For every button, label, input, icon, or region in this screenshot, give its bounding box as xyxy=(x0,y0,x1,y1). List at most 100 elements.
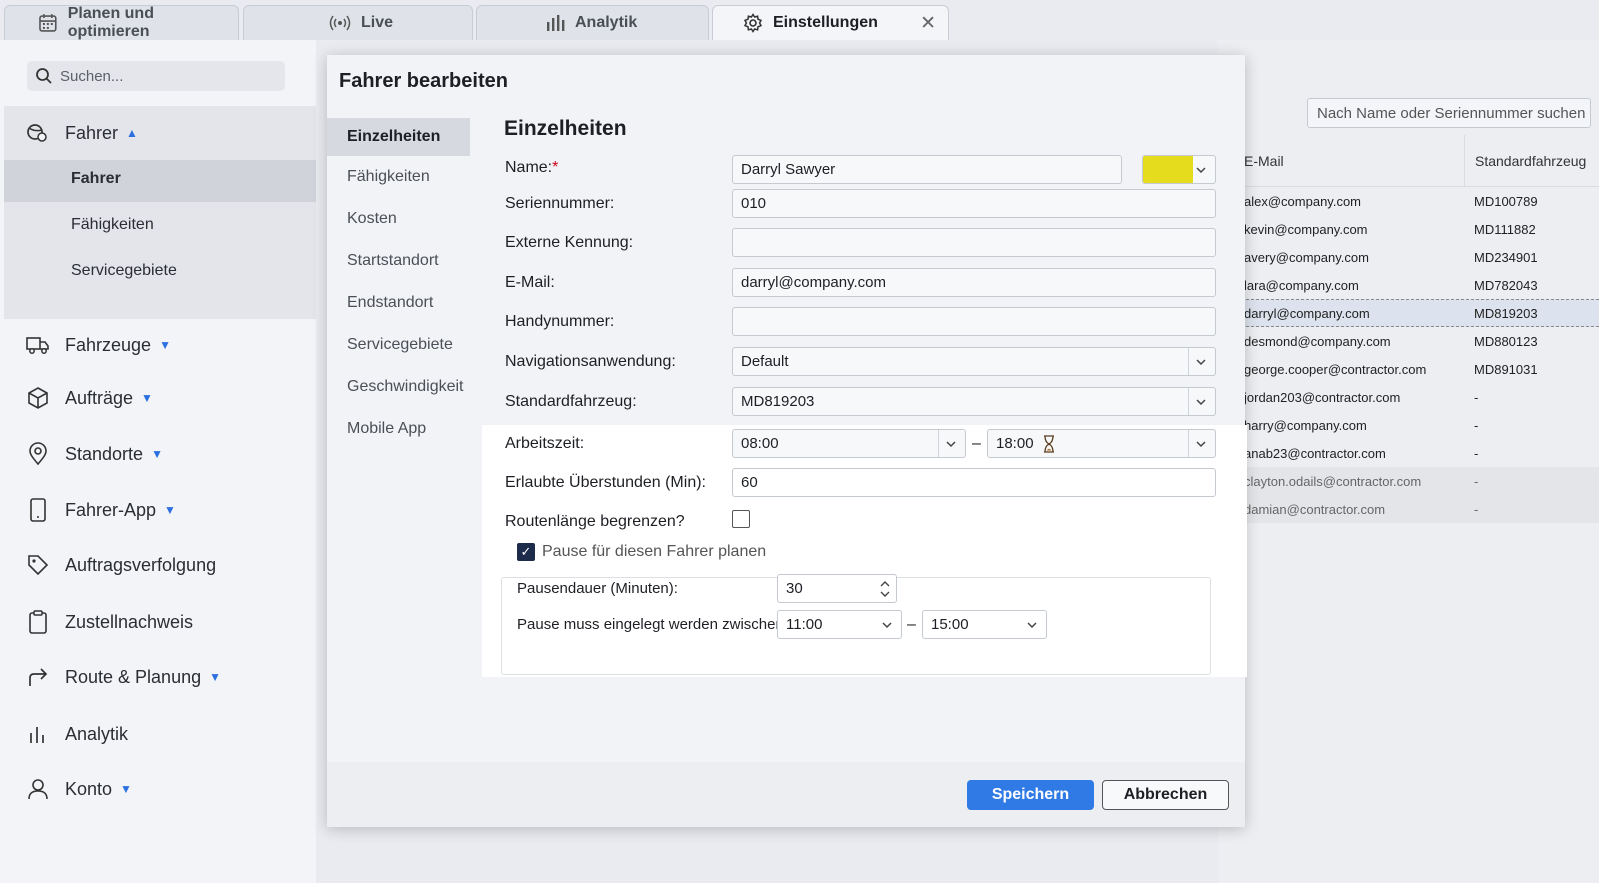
sidebar-item-fahrer-app[interactable]: Fahrer-App ▼ xyxy=(25,497,176,523)
sidebar-subitem-servicegebiete[interactable]: Servicegebiete xyxy=(71,262,177,280)
color-picker[interactable] xyxy=(1142,155,1216,184)
caret-down-icon: ▼ xyxy=(151,447,163,461)
sidebar-item-auftraege[interactable]: Aufträge ▼ xyxy=(25,385,153,411)
table-row[interactable]: damian@contractor.com - xyxy=(1236,495,1599,523)
cell-vehicle: - xyxy=(1474,473,1479,489)
tag-icon xyxy=(25,552,51,578)
tab-analytik[interactable]: Analytik xyxy=(476,5,709,40)
dialog-nav-einzelheiten[interactable]: Einzelheiten xyxy=(327,118,470,156)
sidebar-item-route-planung[interactable]: Route & Planung ▼ xyxy=(25,664,221,690)
tab-planen[interactable]: Planen und optimieren xyxy=(4,5,239,40)
sidebar-search-input[interactable]: Suchen... xyxy=(27,61,285,91)
tab-einstellungen[interactable]: Einstellungen ✕ xyxy=(712,5,949,40)
cell-email: clayton.odails@contractor.com xyxy=(1244,473,1422,489)
dialog-nav-endstandort[interactable]: Endstandort xyxy=(327,282,470,324)
search-placeholder: Suchen... xyxy=(60,67,124,85)
cell-vehicle: - xyxy=(1474,501,1479,517)
cell-email: george.cooper@contractor.com xyxy=(1244,361,1427,377)
sidebar-item-label: Route & Planung xyxy=(65,666,202,687)
dialog-title: Fahrer bearbeiten xyxy=(339,70,508,92)
mobile-label: Handynummer: xyxy=(505,313,615,330)
user-icon xyxy=(25,776,51,802)
dialog-nav-geschwindigkeit[interactable]: Geschwindigkeit xyxy=(327,366,470,408)
serial-field[interactable]: 010 xyxy=(732,189,1216,218)
table-row[interactable]: desmond@company.com MD880123 xyxy=(1236,327,1599,355)
external-id-field[interactable] xyxy=(732,228,1216,257)
sidebar-subitem-faehigkeiten[interactable]: Fähigkeiten xyxy=(71,216,154,234)
email-field[interactable]: darryl@company.com xyxy=(732,268,1216,297)
dialog-nav-startstandort[interactable]: Startstandort xyxy=(327,240,470,282)
break-end-select[interactable]: 15:00 xyxy=(922,610,1047,639)
cell-email: damian@contractor.com xyxy=(1244,501,1386,517)
table-row-selected[interactable]: darryl@company.com MD819203 xyxy=(1236,299,1599,327)
overtime-label: Erlaubte Überstunden (Min): xyxy=(505,474,706,491)
table-row[interactable]: harry@company.com - xyxy=(1236,411,1599,439)
table-row[interactable]: jordan203@contractor.com - xyxy=(1236,383,1599,411)
sidebar-item-analytik[interactable]: Analytik xyxy=(25,721,128,747)
break-start-select[interactable]: 11:00 xyxy=(777,610,902,639)
table-row[interactable]: kevin@company.com MD111882 xyxy=(1236,215,1599,243)
break-duration-stepper[interactable]: 30 xyxy=(777,574,897,603)
cell-email: kevin@company.com xyxy=(1244,221,1368,237)
search-placeholder: Nach Name oder Seriennummer suchen xyxy=(1317,104,1586,122)
table-row[interactable]: clayton.odails@contractor.com - xyxy=(1236,467,1599,495)
nav-app-value: Default xyxy=(741,353,789,370)
column-header-email[interactable]: E-Mail xyxy=(1236,153,1464,169)
sidebar-item-auftragsverfolgung[interactable]: Auftragsverfolgung xyxy=(25,552,216,578)
range-dash: – xyxy=(972,435,981,452)
vehicle-label: Standardfahrzeug: xyxy=(505,393,637,410)
table-row[interactable]: george.cooper@contractor.com MD891031 xyxy=(1236,355,1599,383)
table-row[interactable]: lara@company.com MD782043 xyxy=(1236,271,1599,299)
tab-live[interactable]: Live xyxy=(243,5,473,40)
chevron-down-icon xyxy=(946,441,956,448)
nav-app-label: Navigationsanwendung: xyxy=(505,353,676,370)
chevron-down-icon xyxy=(1027,622,1037,629)
table-header: E-Mail Standardfahrzeug xyxy=(1236,134,1599,187)
dialog-footer: Speichern Abbrechen xyxy=(327,762,1245,827)
save-button[interactable]: Speichern xyxy=(967,780,1094,810)
sidebar-subitem-fahrer[interactable]: Fahrer xyxy=(71,170,121,188)
table-row[interactable]: avery@company.com MD234901 xyxy=(1236,243,1599,271)
caret-up-icon: ▲ xyxy=(126,126,138,140)
search-icon xyxy=(36,68,52,84)
break-duration-value: 30 xyxy=(786,580,803,597)
sidebar-item-fahrzeuge[interactable]: Fahrzeuge ▼ xyxy=(25,332,171,358)
column-header-vehicle[interactable]: Standardfahrzeug xyxy=(1464,134,1586,187)
chevron-down-icon xyxy=(1196,399,1206,406)
close-icon[interactable]: ✕ xyxy=(920,12,936,35)
route-icon xyxy=(25,664,51,690)
vehicle-value: MD819203 xyxy=(741,393,815,410)
cell-vehicle: MD880123 xyxy=(1474,333,1538,349)
table-row[interactable]: alex@company.com MD100789 xyxy=(1236,187,1599,215)
plan-break-checkbox[interactable]: ✓ xyxy=(517,543,535,561)
limit-route-checkbox[interactable] xyxy=(732,510,750,528)
mobile-field[interactable] xyxy=(732,307,1216,336)
sidebar-item-fahrer[interactable]: Fahrer ▲ xyxy=(25,120,138,146)
nav-app-select[interactable]: Default xyxy=(732,347,1216,376)
sidebar-item-zustellnachweis[interactable]: Zustellnachweis xyxy=(25,609,193,635)
vehicle-select[interactable]: MD819203 xyxy=(732,387,1216,416)
caret-down-icon: ▼ xyxy=(120,782,132,796)
dialog-nav-mobile-app[interactable]: Mobile App xyxy=(327,408,470,450)
dialog-nav-servicegebiete[interactable]: Servicegebiete xyxy=(327,324,470,366)
dialog-nav-faehigkeiten[interactable]: Fähigkeiten xyxy=(327,156,470,198)
sidebar-item-label: Auftragsverfolgung xyxy=(65,554,217,575)
sidebar-item-standorte[interactable]: Standorte ▼ xyxy=(25,441,163,467)
serial-label: Seriennummer: xyxy=(505,195,615,212)
cell-email: darryl@company.com xyxy=(1244,305,1370,321)
name-field[interactable]: Darryl Sawyer xyxy=(732,155,1122,184)
cancel-button[interactable]: Abbrechen xyxy=(1102,780,1229,810)
stepper-arrows-icon[interactable] xyxy=(878,577,892,601)
cell-email: anab23@contractor.com xyxy=(1244,445,1386,461)
color-swatch xyxy=(1143,156,1193,183)
table-row[interactable]: anab23@contractor.com - xyxy=(1236,439,1599,467)
work-start-select[interactable]: 08:00 xyxy=(732,429,966,458)
plan-break-legend: ✓ Pause für diesen Fahrer planen xyxy=(511,543,773,561)
sidebar-item-konto[interactable]: Konto ▼ xyxy=(25,776,132,802)
driver-search-input[interactable]: Nach Name oder Seriennummer suchen xyxy=(1307,98,1591,128)
work-end-select[interactable]: 18:00 xyxy=(987,429,1216,458)
limit-route-label: Routenlänge begrenzen? xyxy=(505,513,685,530)
dialog-nav-kosten[interactable]: Kosten xyxy=(327,198,470,240)
overtime-field[interactable]: 60 xyxy=(732,468,1216,497)
cell-vehicle: - xyxy=(1474,389,1479,405)
